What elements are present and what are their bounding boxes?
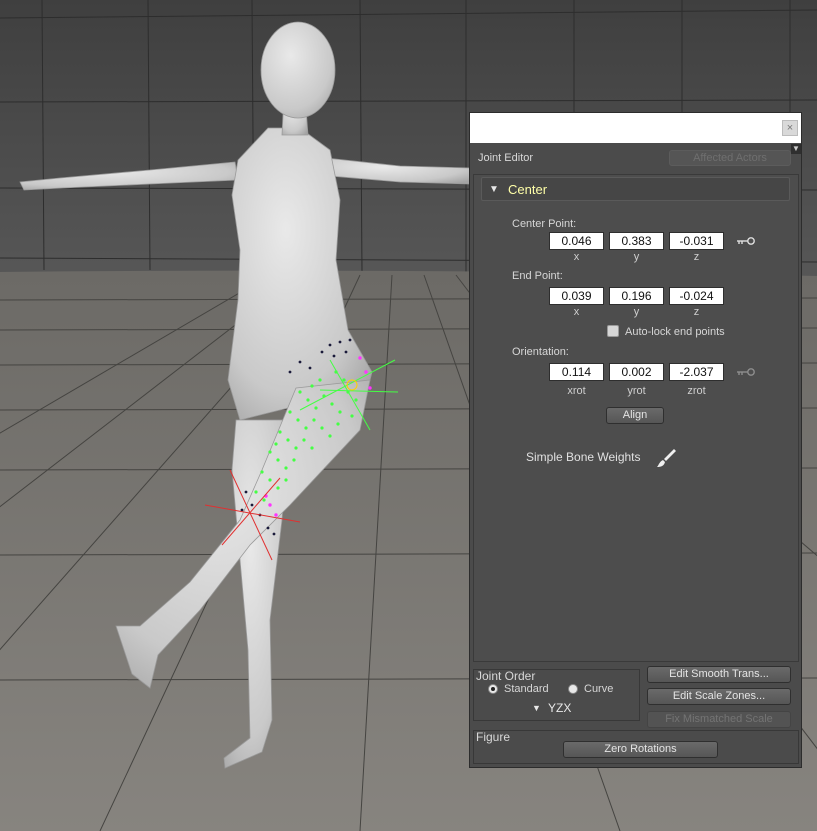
- orientation-zrot-field[interactable]: -2.037: [669, 363, 724, 381]
- center-point-x-field[interactable]: 0.046: [549, 232, 604, 250]
- figure-head: [260, 21, 336, 119]
- auto-lock-checkbox[interactable]: [607, 325, 619, 337]
- joint-order-dropdown[interactable]: YZX: [548, 701, 571, 715]
- rot-label-z: zrot: [687, 385, 706, 397]
- affected-actors-button[interactable]: Affected Actors: [669, 150, 791, 166]
- panel-header: Joint Editor Affected Actors ▼: [470, 144, 801, 168]
- key-icon[interactable]: [736, 367, 756, 377]
- orientation-xrot-field[interactable]: 0.114: [549, 363, 604, 381]
- close-button[interactable]: ×: [782, 120, 798, 136]
- end-point-label: End Point:: [512, 270, 563, 282]
- joint-order-group: Joint Order Standard Curve ▼ YZX: [473, 669, 640, 721]
- edit-scale-zones-button[interactable]: Edit Scale Zones...: [647, 688, 791, 705]
- simple-bone-weights-label: Simple Bone Weights: [526, 450, 641, 464]
- align-button[interactable]: Align: [606, 407, 664, 424]
- standard-radio-label: Standard: [504, 683, 549, 695]
- axis-label-y: y: [633, 306, 640, 318]
- joint-order-title: Joint Order: [476, 669, 536, 683]
- fix-mismatched-scale-button[interactable]: Fix Mismatched Scale: [647, 711, 791, 728]
- figure-title: Figure: [476, 730, 511, 744]
- curve-radio[interactable]: [568, 684, 578, 694]
- axis-label-x: x: [573, 306, 580, 318]
- center-section-header[interactable]: ▼ Center: [481, 177, 790, 201]
- axis-label-y: y: [633, 251, 640, 263]
- end-point-y-field[interactable]: 0.196: [609, 287, 664, 305]
- panel-title: Joint Editor: [478, 152, 534, 164]
- curve-radio-label: Curve: [584, 683, 614, 695]
- rot-label-x: xrot: [567, 385, 586, 397]
- orientation-label: Orientation:: [512, 346, 569, 358]
- joint-editor-window: × Joint Editor Affected Actors ▼ ▼ Cente…: [469, 112, 802, 768]
- triangle-down-icon: ▼: [489, 184, 499, 195]
- paint-brush-icon[interactable]: [655, 447, 677, 469]
- auto-lock-label: Auto-lock end points: [625, 326, 725, 338]
- edit-smooth-trans-button[interactable]: Edit Smooth Trans...: [647, 666, 791, 683]
- axis-label-x: x: [573, 251, 580, 263]
- center-point-z-field[interactable]: -0.031: [669, 232, 724, 250]
- orientation-yrot-field[interactable]: 0.002: [609, 363, 664, 381]
- rot-label-y: yrot: [627, 385, 646, 397]
- key-icon[interactable]: [736, 236, 756, 246]
- axis-label-z: z: [693, 251, 700, 263]
- end-point-z-field[interactable]: -0.024: [669, 287, 724, 305]
- center-section-title: Center: [508, 182, 548, 197]
- panel-menu-icon[interactable]: ▼: [791, 144, 801, 154]
- end-point-x-field[interactable]: 0.039: [549, 287, 604, 305]
- center-point-y-field[interactable]: 0.383: [609, 232, 664, 250]
- center-point-label: Center Point:: [512, 218, 577, 230]
- window-title-bar[interactable]: ×: [470, 113, 801, 143]
- axis-label-z: z: [693, 306, 700, 318]
- zero-rotations-button[interactable]: Zero Rotations: [563, 741, 718, 758]
- standard-radio[interactable]: [488, 684, 498, 694]
- triangle-down-icon[interactable]: ▼: [532, 703, 541, 713]
- center-section: ▼ Center Center Point: 0.046 0.383 -0.03…: [473, 174, 799, 662]
- figure-group: Figure Zero Rotations: [473, 730, 799, 764]
